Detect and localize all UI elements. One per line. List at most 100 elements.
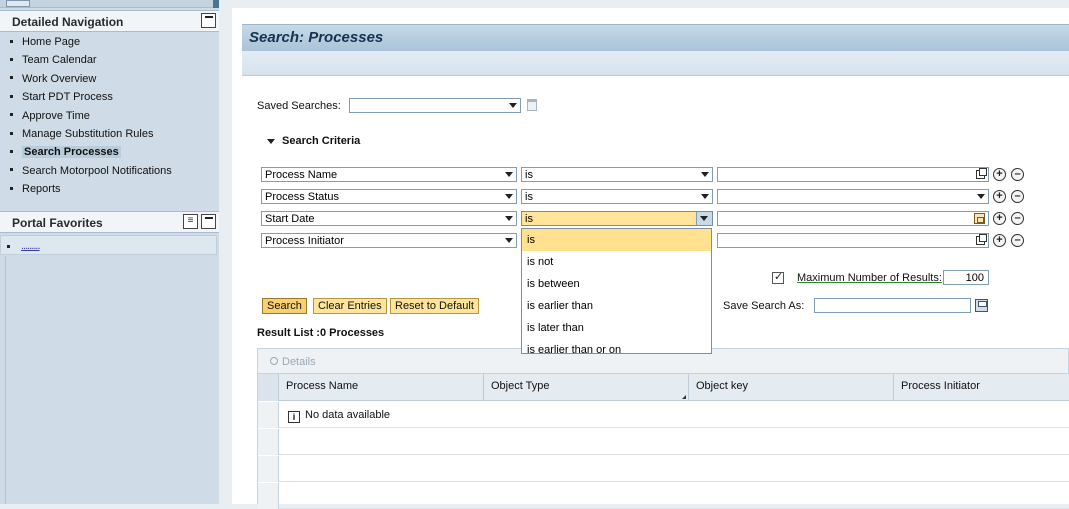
table-row: [258, 456, 1069, 482]
history-arrows-icon[interactable]: [6, 0, 30, 7]
save-search-input[interactable]: [814, 298, 971, 313]
saved-searches-dropdown[interactable]: [349, 98, 521, 113]
select-all-cell[interactable]: [258, 374, 279, 401]
max-results-checkbox[interactable]: [772, 270, 784, 284]
table-row: [258, 483, 1069, 509]
minimize-icon[interactable]: [201, 13, 216, 28]
search-icon: [270, 357, 278, 365]
table-row: i No data available: [258, 402, 1069, 428]
collapse-triangle-icon[interactable]: [267, 139, 275, 144]
criteria-field-dropdown[interactable]: Process Status: [261, 189, 517, 204]
save-icon[interactable]: [975, 299, 988, 312]
criteria-date-input[interactable]: [717, 211, 989, 226]
search-criteria-title[interactable]: Search Criteria: [282, 135, 360, 147]
criteria-value-dropdown[interactable]: [717, 189, 989, 204]
max-results-input[interactable]: 100: [943, 270, 989, 285]
calendar-icon[interactable]: [974, 213, 985, 224]
criteria-field-dropdown[interactable]: Process Initiator: [261, 233, 517, 248]
value-help-icon[interactable]: [976, 234, 987, 245]
remove-row-icon[interactable]: –: [1011, 190, 1024, 203]
chevron-down-icon[interactable]: [505, 216, 513, 221]
nav-item-label[interactable]: Approve Time: [22, 110, 90, 122]
operator-option[interactable]: is not: [522, 251, 711, 273]
operator-option[interactable]: is later than: [522, 317, 711, 339]
remove-row-icon[interactable]: –: [1011, 168, 1024, 181]
chevron-down-icon[interactable]: [509, 103, 517, 108]
nav-item-reports[interactable]: Reports: [0, 183, 219, 201]
criteria-operator-dropdown[interactable]: is: [521, 189, 713, 204]
criteria-field-value: Start Date: [265, 213, 315, 225]
chevron-down-icon[interactable]: [701, 194, 709, 199]
chevron-down-icon[interactable]: [977, 194, 985, 199]
bullet-icon: [10, 186, 13, 190]
result-table: Process Name Object Type Object key Proc…: [257, 374, 1069, 509]
nav-item-label[interactable]: Team Calendar: [22, 54, 97, 66]
result-list-title: Result List :0 Processes: [257, 327, 385, 339]
minimize-icon[interactable]: [201, 214, 216, 229]
row-selector[interactable]: [258, 483, 279, 509]
nav-item-label[interactable]: Manage Substitution Rules: [22, 128, 153, 140]
nav-item-label-active[interactable]: Search Processes: [22, 146, 121, 159]
portal-favorites-header: Portal Favorites ≡: [0, 211, 219, 233]
favorite-item-link[interactable]: .........: [21, 240, 40, 252]
chevron-down-icon[interactable]: [505, 194, 513, 199]
add-row-icon[interactable]: +: [993, 234, 1006, 247]
delete-icon[interactable]: [527, 99, 537, 111]
criteria-field-value: Process Status: [265, 191, 339, 203]
operator-option[interactable]: is: [522, 229, 711, 251]
operator-option[interactable]: is between: [522, 273, 711, 295]
nav-item-work-overview[interactable]: Work Overview: [0, 73, 219, 91]
dropdown-button[interactable]: [696, 212, 712, 225]
nav-item-label[interactable]: Reports: [22, 183, 61, 195]
add-row-icon[interactable]: +: [993, 212, 1006, 225]
nav-item-team-calendar[interactable]: Team Calendar: [0, 54, 219, 72]
column-header-process-initiator[interactable]: Process Initiator: [894, 374, 1069, 401]
bullet-icon: [7, 245, 10, 248]
nav-item-label[interactable]: Home Page: [22, 36, 80, 48]
add-row-icon[interactable]: +: [993, 168, 1006, 181]
clear-entries-button[interactable]: Clear Entries: [313, 298, 387, 314]
chevron-down-icon[interactable]: [701, 172, 709, 177]
favorite-item[interactable]: .........: [0, 235, 217, 255]
nav-item-home-page[interactable]: Home Page: [0, 36, 219, 54]
nav-item-start-pdt-process[interactable]: Start PDT Process: [0, 91, 219, 109]
criteria-value-input[interactable]: [717, 167, 989, 182]
criteria-value-input[interactable]: [717, 233, 989, 248]
criteria-field-value: Process Name: [265, 169, 338, 181]
column-header-object-key[interactable]: Object key: [689, 374, 894, 401]
row-selector[interactable]: [258, 429, 279, 455]
column-header-process-name[interactable]: Process Name: [279, 374, 484, 401]
chevron-down-icon[interactable]: [505, 172, 513, 177]
add-row-icon[interactable]: +: [993, 190, 1006, 203]
details-button[interactable]: Details: [270, 356, 316, 368]
reset-to-default-button[interactable]: Reset to Default: [390, 298, 479, 314]
resize-handle-icon[interactable]: [682, 391, 686, 399]
nav-item-approve-time[interactable]: Approve Time: [0, 110, 219, 128]
column-header-object-type[interactable]: Object Type: [484, 374, 689, 401]
operator-option[interactable]: is earlier than: [522, 295, 711, 317]
remove-row-icon[interactable]: –: [1011, 212, 1024, 225]
chevron-down-icon[interactable]: [505, 238, 513, 243]
nav-item-manage-substitution-rules[interactable]: Manage Substitution Rules: [0, 128, 219, 146]
bullet-icon: [10, 131, 13, 135]
criteria-operator-dropdown[interactable]: is: [521, 167, 713, 182]
criteria-field-dropdown[interactable]: Process Name: [261, 167, 517, 182]
row-selector[interactable]: [258, 456, 279, 482]
remove-row-icon[interactable]: –: [1011, 234, 1024, 247]
favorites-menu-icon[interactable]: ≡: [183, 214, 198, 229]
value-help-icon[interactable]: [976, 168, 987, 179]
operator-option[interactable]: is earlier than or on: [522, 339, 711, 353]
bullet-icon: [10, 94, 13, 98]
nav-item-search-processes[interactable]: Search Processes: [0, 146, 219, 164]
operator-options-list: is is not is between is earlier than is …: [521, 228, 712, 354]
nav-item-label[interactable]: Work Overview: [22, 73, 96, 85]
criteria-operator-dropdown-open[interactable]: is: [521, 211, 713, 226]
chevron-down-icon[interactable]: [700, 216, 708, 221]
nav-item-label[interactable]: Start PDT Process: [22, 91, 113, 103]
nav-item-search-motorpool-notifications[interactable]: Search Motorpool Notifications: [0, 165, 219, 183]
bullet-icon: [10, 76, 13, 80]
nav-item-label[interactable]: Search Motorpool Notifications: [22, 165, 172, 177]
search-button[interactable]: Search: [262, 298, 307, 314]
row-selector[interactable]: [258, 402, 279, 428]
criteria-field-dropdown[interactable]: Start Date: [261, 211, 517, 226]
